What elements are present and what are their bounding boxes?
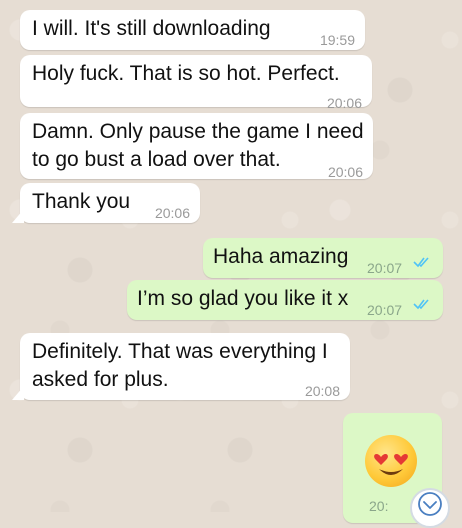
message-time: 20:08	[304, 383, 340, 399]
message-bubble-outgoing[interactable]: Haha amazing 20:07	[203, 238, 443, 278]
message-text: Thank you	[32, 190, 131, 213]
message-text-line-1: Definitely. That was everything I	[32, 340, 328, 363]
message-text: I’m so glad you like it x	[137, 287, 349, 310]
message-text: Haha amazing	[213, 245, 349, 268]
message-text: I will. It's still downloading	[32, 17, 271, 40]
message-text: Holy fuck. That is so hot. Perfect.	[32, 62, 340, 85]
message-time: 20:	[369, 498, 389, 514]
heart-eyes-emoji	[365, 435, 417, 487]
message-time: 20:07	[367, 302, 403, 318]
double-check-icon	[413, 257, 429, 268]
message-bubble-incoming[interactable]: I will. It's still downloading 19:59	[20, 10, 365, 50]
message-text-line-2: to go bust a load over that.	[32, 148, 281, 171]
message-time: 20:06	[327, 164, 363, 180]
message-time: 20:06	[154, 205, 190, 221]
double-check-icon	[413, 299, 429, 310]
message-bubble-incoming[interactable]: Thank you 20:06	[12, 183, 200, 223]
chevron-down-icon	[418, 492, 442, 516]
message-bubble-incoming[interactable]: Holy fuck. That is so hot. Perfect. 20:0…	[20, 55, 372, 111]
scroll-to-bottom-button[interactable]	[410, 488, 450, 528]
message-text-line-2: asked for plus.	[32, 368, 169, 391]
message-time: 19:59	[319, 32, 355, 48]
message-time: 20:07	[367, 260, 403, 276]
message-bubble-outgoing[interactable]: I’m so glad you like it x 20:07	[127, 280, 443, 320]
message-text-line-1: Damn. Only pause the game I need	[32, 120, 364, 143]
message-bubble-incoming[interactable]: Damn. Only pause the game I need to go b…	[20, 113, 373, 180]
message-bubble-incoming[interactable]: Definitely. That was everything I asked …	[12, 333, 350, 400]
